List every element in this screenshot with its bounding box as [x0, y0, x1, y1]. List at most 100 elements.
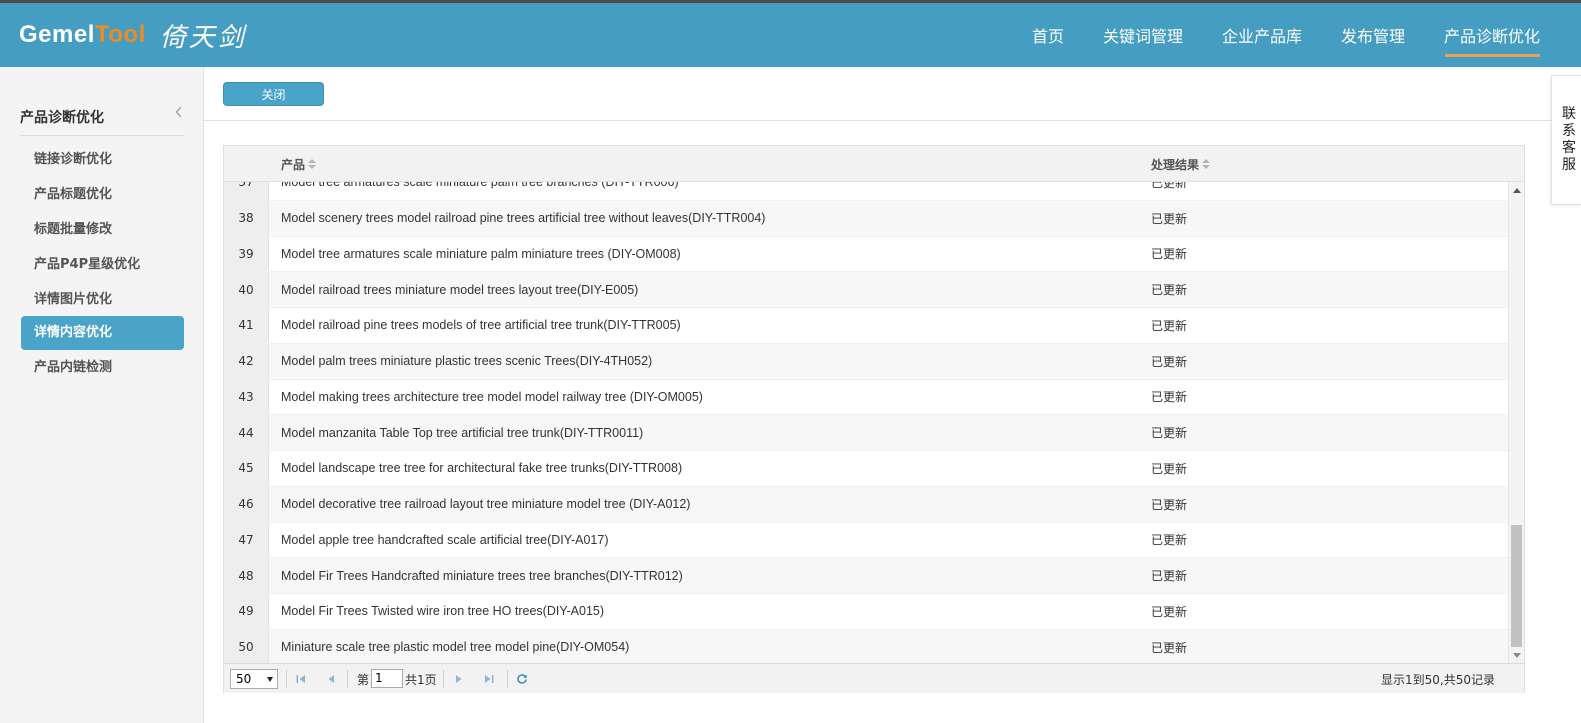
sidebar-item-internal-links[interactable]: 产品内链检测: [21, 351, 184, 385]
sidebar-item-title-optimize[interactable]: 产品标题优化: [21, 178, 184, 212]
row-number: 43: [224, 379, 269, 415]
nav-item-diagnosis[interactable]: 产品诊断优化: [1444, 3, 1540, 67]
page-size-select[interactable]: 50: [230, 669, 278, 689]
logo-text-gemel: Gemel: [19, 21, 95, 48]
table-row[interactable]: 49 Model Fir Trees Twisted wire iron tree…: [224, 594, 1508, 630]
table-row[interactable]: 44 Model manzanita Table Top tree artific…: [224, 415, 1508, 451]
page-label-prefix: 第: [357, 673, 370, 687]
close-button[interactable]: 关闭: [223, 82, 324, 106]
scroll-up-arrow-icon[interactable]: [1513, 188, 1521, 193]
table-row[interactable]: 39 Model tree armatures scale miniature p…: [224, 236, 1508, 273]
row-number: 47: [224, 522, 269, 558]
product-name-cell: Model scenery trees model railroad pine …: [281, 211, 766, 226]
result-cell: 已更新: [1151, 569, 1188, 584]
refresh-icon[interactable]: [516, 673, 528, 685]
product-name-cell: Model railroad trees miniature model tre…: [281, 282, 639, 297]
product-grid: 产品 处理结果 37 Model tree armatures scale min…: [223, 145, 1525, 693]
result-cell: 已更新: [1151, 533, 1188, 548]
pager-divider: [347, 670, 348, 688]
sort-icon: [1202, 159, 1211, 170]
customer-service-tab[interactable]: 联系客服: [1551, 75, 1581, 205]
table-row[interactable]: 50 Miniature scale tree plastic model tre…: [224, 629, 1508, 663]
table-row[interactable]: 46 Model decorative tree railroad layout …: [224, 486, 1508, 523]
table-row[interactable]: 47 Model apple tree handcrafted scale art…: [224, 522, 1508, 559]
table-row[interactable]: 43 Model making trees architecture tree m…: [224, 379, 1508, 416]
sidebar-item-p4p-star[interactable]: 产品P4P星级优化: [21, 248, 184, 282]
row-number: 49: [224, 594, 269, 629]
table-row[interactable]: 48 Model Fir Trees Handcrafted miniature …: [224, 558, 1508, 594]
row-number: 50: [224, 629, 269, 663]
table-row[interactable]: 45 Model landscape tree tree for architec…: [224, 451, 1508, 487]
page-number-input[interactable]: 1: [371, 669, 403, 688]
previous-page-icon[interactable]: [325, 673, 337, 685]
product-name-cell: Model landscape tree tree for architectu…: [281, 461, 683, 476]
result-cell: 已更新: [1151, 247, 1188, 262]
result-cell: 已更新: [1151, 426, 1188, 441]
table-row[interactable]: 41 Model railroad pine trees models of tr…: [224, 308, 1508, 344]
result-cell: 已更新: [1151, 182, 1188, 190]
pager-divider: [507, 670, 508, 688]
product-name-cell: Model decorative tree railroad layout tr…: [281, 497, 691, 512]
nav-item-keywords[interactable]: 关键词管理: [1103, 3, 1183, 67]
logo-text-tool: Tool: [94, 21, 146, 48]
row-number: 42: [224, 343, 269, 379]
chevron-left-icon[interactable]: [175, 106, 183, 122]
scroll-thumb[interactable]: [1511, 525, 1522, 647]
table-row[interactable]: 42 Model palm trees miniature plastic tre…: [224, 343, 1508, 380]
product-name-cell: Model making trees architecture tree mod…: [281, 389, 703, 404]
grid-body[interactable]: 37 Model tree armatures scale miniature p…: [224, 182, 1508, 663]
last-page-icon[interactable]: [483, 673, 495, 685]
vertical-scrollbar[interactable]: [1508, 182, 1524, 663]
logo-text-chinese: 倚天剑: [159, 22, 247, 53]
table-row[interactable]: 38 Model scenery trees model railroad pin…: [224, 200, 1508, 237]
sidebar-item-detail-images[interactable]: 详情图片优化: [21, 283, 184, 317]
sidebar: 产品诊断优化 链接诊断优化 产品标题优化 标题批量修改 产品P4P星级优化 详情…: [0, 67, 204, 723]
column-header-result[interactable]: 处理结果: [1151, 146, 1211, 182]
customer-service-label: 联系客服: [1562, 106, 1576, 173]
column-header-result-label: 处理结果: [1151, 158, 1200, 172]
result-cell: 已更新: [1151, 497, 1188, 512]
product-name-cell: Model Fir Trees Twisted wire iron tree H…: [281, 604, 605, 619]
row-number: 37: [224, 182, 269, 200]
result-cell: 已更新: [1151, 640, 1188, 655]
row-number: 44: [224, 415, 269, 450]
scroll-down-arrow-icon[interactable]: [1513, 653, 1521, 658]
top-header: Gemel Tool 倚天剑 首页 关键词管理 企业产品库 发布管理 产品诊断优化: [0, 3, 1581, 67]
pager-divider: [286, 670, 287, 688]
column-header-product-label: 产品: [281, 158, 306, 172]
product-name-cell: Miniature scale tree plastic model tree …: [281, 640, 630, 655]
nav-active-indicator: [1445, 54, 1540, 57]
result-cell: 已更新: [1151, 390, 1188, 405]
product-name-cell: Model tree armatures scale miniature pal…: [281, 246, 681, 261]
record-count-info: 显示1到50,共50记录: [1381, 673, 1495, 687]
nav-item-product-library[interactable]: 企业产品库: [1222, 3, 1302, 67]
sidebar-item-detail-content[interactable]: 详情内容优化: [21, 316, 184, 350]
sidebar-item-link-diagnosis[interactable]: 链接诊断优化: [21, 143, 184, 177]
toolbar-divider: [204, 120, 1551, 121]
result-cell: 已更新: [1151, 318, 1188, 333]
sort-icon: [308, 159, 317, 170]
grid-header: 产品 处理结果: [224, 146, 1524, 182]
nav-item-publish[interactable]: 发布管理: [1341, 3, 1405, 67]
pager-divider: [443, 670, 444, 688]
row-number: 48: [224, 558, 269, 593]
pagination-bar: 50 第 1 共1页 显示1到50,共50记录: [224, 663, 1524, 693]
product-name-cell: Model railroad pine trees models of tree…: [281, 318, 681, 333]
column-header-product[interactable]: 产品: [281, 146, 317, 182]
sidebar-divider: [20, 135, 184, 136]
result-cell: 已更新: [1151, 283, 1188, 298]
product-name-cell: Model apple tree handcrafted scale artif…: [281, 532, 609, 547]
sidebar-item-title-batch-edit[interactable]: 标题批量修改: [21, 213, 184, 247]
first-page-icon[interactable]: [295, 673, 307, 685]
product-name-cell: Model tree armatures scale miniature pal…: [281, 182, 679, 190]
table-row[interactable]: 37 Model tree armatures scale miniature p…: [224, 182, 1508, 201]
page-size-value: 50: [236, 672, 252, 686]
nav-item-home[interactable]: 首页: [1032, 3, 1064, 67]
next-page-icon[interactable]: [453, 673, 465, 685]
app-logo[interactable]: Gemel Tool 倚天剑: [19, 18, 247, 53]
product-name-cell: Model manzanita Table Top tree artificia…: [281, 425, 644, 440]
table-row[interactable]: 40 Model railroad trees miniature model t…: [224, 272, 1508, 308]
row-number: 46: [224, 486, 269, 522]
dropdown-arrow-icon: [267, 677, 273, 682]
grid-rows: 37 Model tree armatures scale miniature p…: [224, 182, 1508, 663]
